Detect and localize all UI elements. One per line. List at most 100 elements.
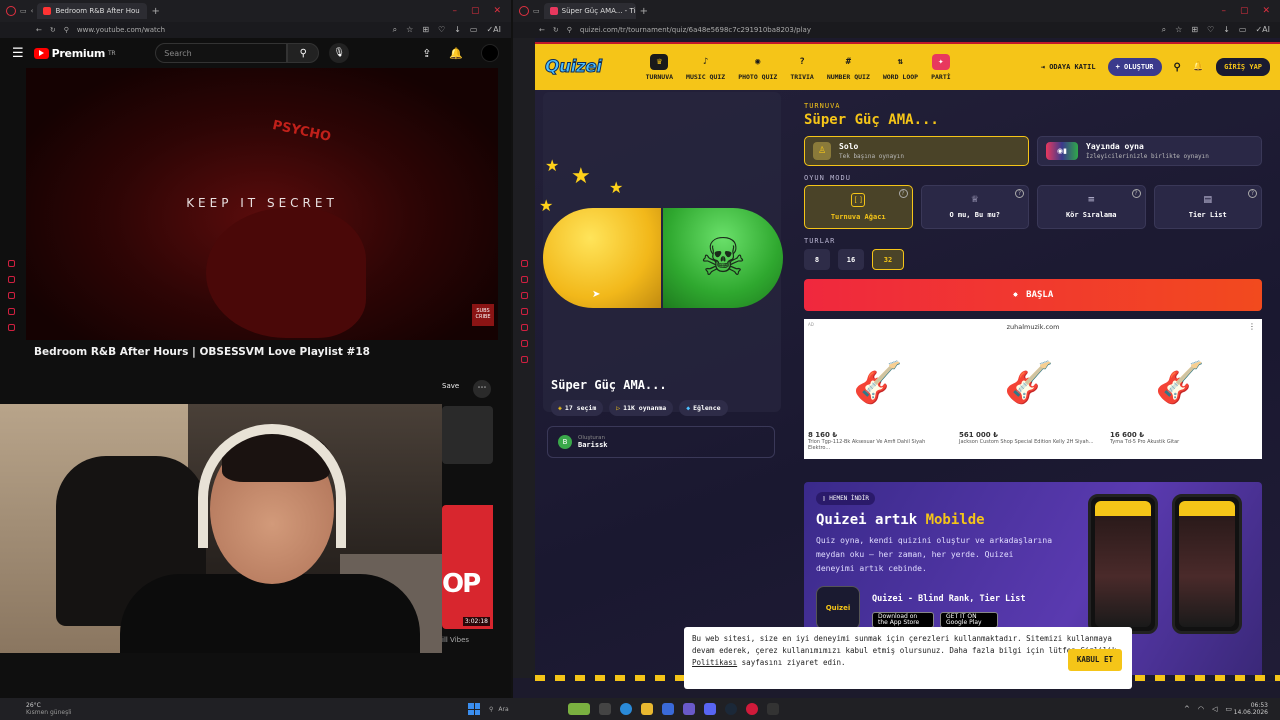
bookmark-icon[interactable]: ☆ (1175, 25, 1182, 35)
side-icon[interactable] (520, 260, 528, 267)
side-icon[interactable] (7, 324, 15, 331)
taskbar-clock[interactable]: 06:53 14.06.2026 (1234, 702, 1268, 716)
maximize-icon[interactable]: ▢ (1240, 6, 1249, 16)
extensions-icon[interactable]: ⊞ (422, 25, 429, 35)
app-icon[interactable] (767, 703, 779, 715)
tab-nav-icon[interactable]: ‹ (31, 7, 34, 15)
side-icon[interactable] (520, 292, 528, 299)
menu-item-music-quiz[interactable]: ♪ MUSIC QUIZ (686, 54, 725, 81)
google-play-button[interactable]: GET IT ON Google Play (940, 612, 998, 628)
help-icon[interactable]: ? (1131, 189, 1141, 198)
sidebar-toggle-icon[interactable]: ▭ (533, 7, 540, 15)
search-input[interactable]: Search (155, 43, 288, 63)
browser-logo-icon[interactable] (6, 6, 16, 16)
side-icon[interactable] (520, 356, 528, 363)
recommendation-placeholder[interactable] (442, 406, 493, 464)
edge-icon[interactable] (620, 703, 632, 715)
side-icon[interactable] (7, 260, 15, 267)
video-player[interactable]: PSYCHO KEEP IT SECRET SUBS CRIBE (26, 68, 498, 340)
ad-product[interactable]: 🎸 8 160 ₺ Trion Tgp-112-Bk Aksesuar Ve A… (808, 337, 948, 457)
menu-item-turnuva[interactable]: ♛ TURNUVA (646, 53, 673, 81)
discord-icon[interactable] (704, 703, 716, 715)
notification-bell-icon[interactable]: 🔔 (449, 47, 463, 60)
store-icon[interactable] (662, 703, 674, 715)
category-badge[interactable]: ◆ Eğlence (679, 400, 728, 416)
app-store-button[interactable]: Download on the App Store (872, 612, 934, 628)
chat-icon[interactable]: ▭ (470, 25, 478, 35)
save-button[interactable]: Save (442, 382, 459, 390)
side-icon[interactable] (7, 292, 15, 299)
chevron-up-icon[interactable]: ^ (1184, 705, 1190, 713)
side-icon[interactable] (520, 340, 528, 347)
ai-icon[interactable]: ✓AI (1255, 25, 1270, 35)
back-icon[interactable]: ← (36, 26, 42, 34)
solo-option[interactable]: ♙ Solo Tek başına oynayın (804, 136, 1029, 166)
recommended-channel[interactable]: ill Vibes (442, 636, 469, 644)
start-button[interactable]: ✸ BAŞLA (804, 279, 1262, 311)
subscribe-watermark[interactable]: SUBS CRIBE (472, 304, 494, 326)
heart-icon[interactable]: ♡ (1207, 25, 1214, 35)
menu-item-word-loop[interactable]: ⇅ WORD LOOP (883, 54, 918, 81)
ai-icon[interactable]: ✓AI (486, 25, 501, 35)
login-button[interactable]: GİRİŞ YAP (1216, 58, 1270, 76)
round-option-16[interactable]: 16 (838, 249, 864, 270)
ad-domain[interactable]: zuhalmuzik.com (804, 323, 1262, 331)
back-icon[interactable]: ← (539, 26, 545, 34)
sidebar-toggle-icon[interactable]: ▭ (20, 7, 27, 15)
quizei-logo[interactable]: Quizei (545, 57, 603, 78)
browser-logo-icon[interactable] (519, 6, 529, 16)
close-icon[interactable]: ✕ (1262, 6, 1270, 16)
widgets-icon[interactable] (568, 703, 590, 715)
avatar[interactable] (481, 44, 499, 62)
wifi-icon[interactable]: ◠ (1198, 705, 1204, 713)
minimize-icon[interactable]: – (1221, 6, 1226, 16)
close-icon[interactable]: ✕ (493, 6, 501, 16)
mode-tier-list[interactable]: ? ▤ Tier List (1153, 185, 1262, 229)
download-icon[interactable]: ↓ (1223, 25, 1230, 35)
menu-item-parti[interactable]: ✦ PARTİ (931, 53, 951, 81)
side-icon[interactable] (7, 276, 15, 283)
windows-start-icon[interactable] (468, 703, 480, 715)
help-icon[interactable]: ? (1248, 189, 1257, 198)
advertisement[interactable]: AD zuhalmuzik.com ⋮ 🎸 8 160 ₺ Trion Tgp-… (804, 319, 1262, 459)
zoom-icon[interactable]: ⌕ (393, 25, 397, 35)
youtube-logo[interactable]: Premium TR (33, 47, 116, 60)
help-icon[interactable]: ? (1015, 189, 1024, 198)
create-button[interactable]: + OLUŞTUR (1107, 58, 1162, 76)
side-icon[interactable] (520, 276, 528, 283)
volume-icon[interactable]: ◁ (1212, 705, 1217, 713)
round-option-8[interactable]: 8 (804, 249, 830, 270)
mode-blind-rank[interactable]: ? ≡ Kör Sıralama (1037, 185, 1146, 229)
reload-icon[interactable]: ↻ (553, 26, 559, 34)
ad-menu-icon[interactable]: ⋮ (1248, 322, 1256, 331)
extensions-icon[interactable]: ⊞ (1191, 25, 1198, 35)
share-icon[interactable]: ⇪ (422, 47, 431, 60)
file-explorer-icon[interactable] (641, 703, 653, 715)
mode-tournament-bracket[interactable]: ?[ ] Turnuva Ağacı (804, 185, 913, 229)
search-icon[interactable]: ⚲ (1174, 62, 1181, 73)
weather-widget[interactable]: 26°C Kısmen güneşli (26, 702, 72, 716)
maximize-icon[interactable]: ▢ (471, 6, 480, 16)
ad-product[interactable]: 🎸 561 000 ₺ Jackson Custom Shop Special … (959, 337, 1099, 457)
join-room-button[interactable]: ⇥ ODAYA KATIL (1041, 63, 1096, 71)
task-view-icon[interactable] (599, 703, 611, 715)
taskbar-search[interactable]: ⚲ Ara (489, 706, 559, 713)
chat-icon[interactable]: ▭ (1239, 25, 1247, 35)
reload-icon[interactable]: ↻ (50, 26, 56, 34)
creator-card[interactable]: B Oluşturan Barissk (547, 426, 775, 458)
url-field[interactable]: www.youtube.com/watch (77, 26, 165, 34)
mode-this-or-that[interactable]: ? ♕ O mu, Bu mu? (920, 185, 1029, 229)
opera-gx-icon[interactable] (746, 703, 758, 715)
tab-quizei[interactable]: Süper Güç AMA... - Tier Lis (543, 3, 636, 19)
steam-icon[interactable] (725, 703, 737, 715)
notification-bell-icon[interactable]: 🔔 (1193, 62, 1204, 72)
more-actions-button[interactable]: ⋯ (473, 380, 491, 398)
url-field[interactable]: quizei.com/tr/tournament/quiz/6a48e5698c… (580, 26, 811, 34)
stream-option[interactable]: ◉▮ Yayında oyna İzleyicilerinizle birlikt… (1037, 136, 1262, 166)
side-icon[interactable] (7, 308, 15, 315)
download-icon[interactable]: ↓ (454, 25, 461, 35)
new-tab-icon[interactable]: + (640, 6, 648, 17)
recommended-video-thumbnail[interactable]: OP 3:02:18 (442, 505, 493, 629)
round-option-32[interactable]: 32 (872, 249, 904, 270)
voice-search-button[interactable]: 🎙 (329, 43, 350, 63)
